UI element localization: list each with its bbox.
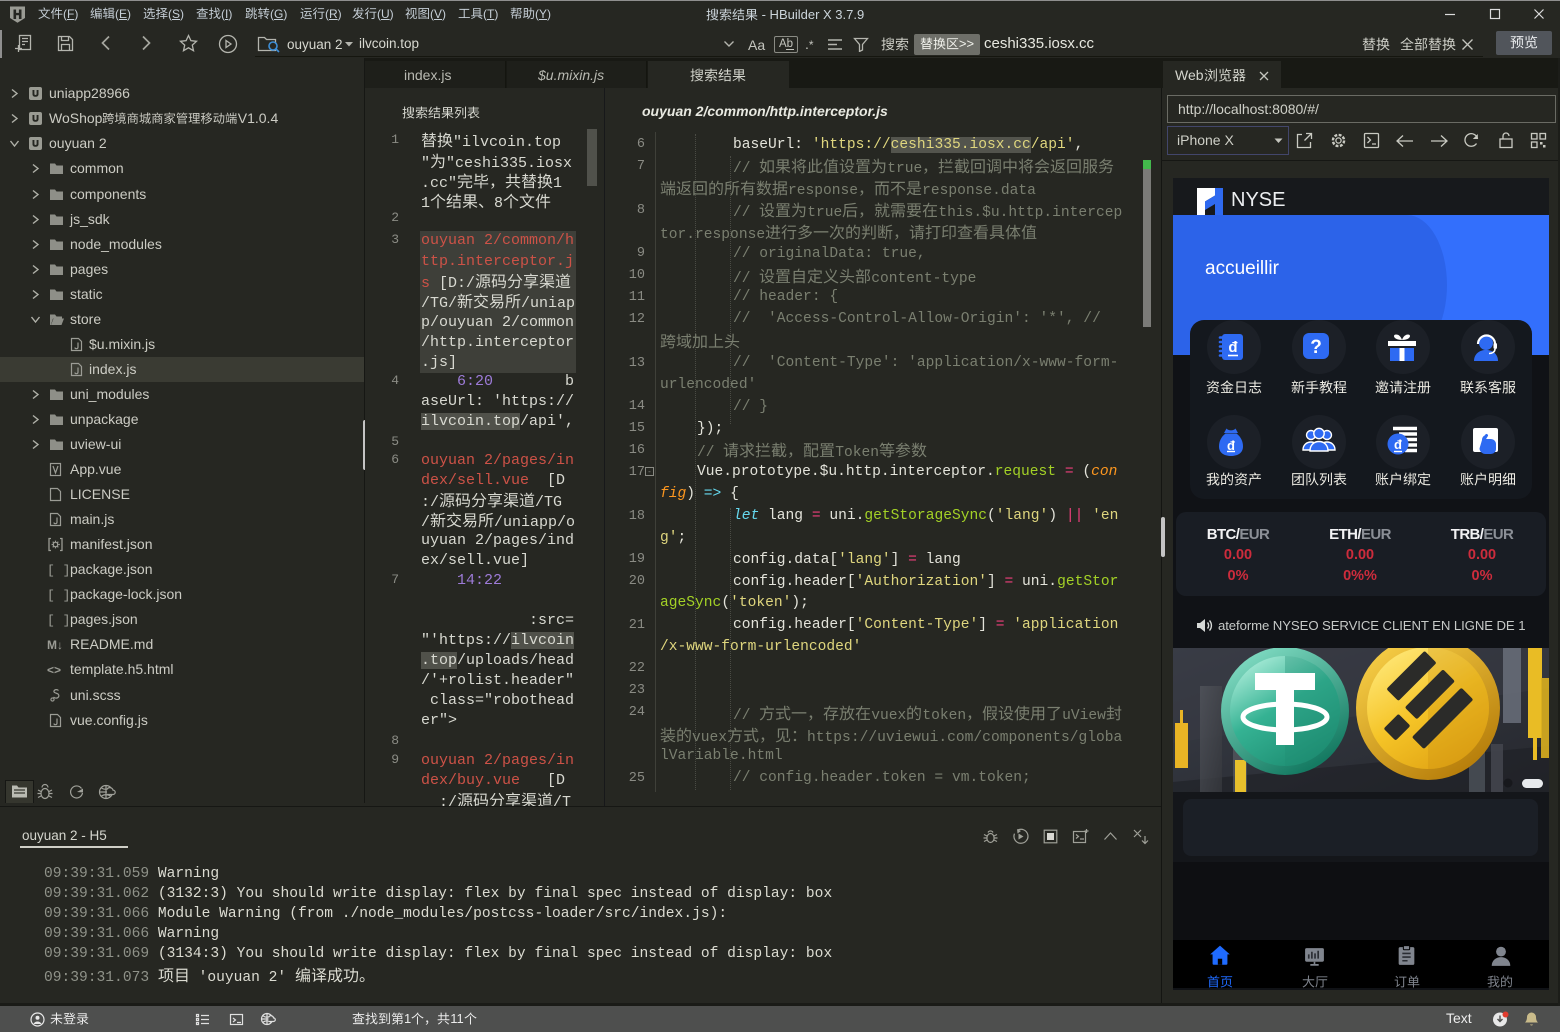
svg-text:đ: đ	[1228, 339, 1238, 356]
svg-text:?: ?	[1310, 337, 1322, 358]
svg-text:đ: đ	[1394, 437, 1402, 452]
svg-text:đ: đ	[1227, 438, 1235, 453]
